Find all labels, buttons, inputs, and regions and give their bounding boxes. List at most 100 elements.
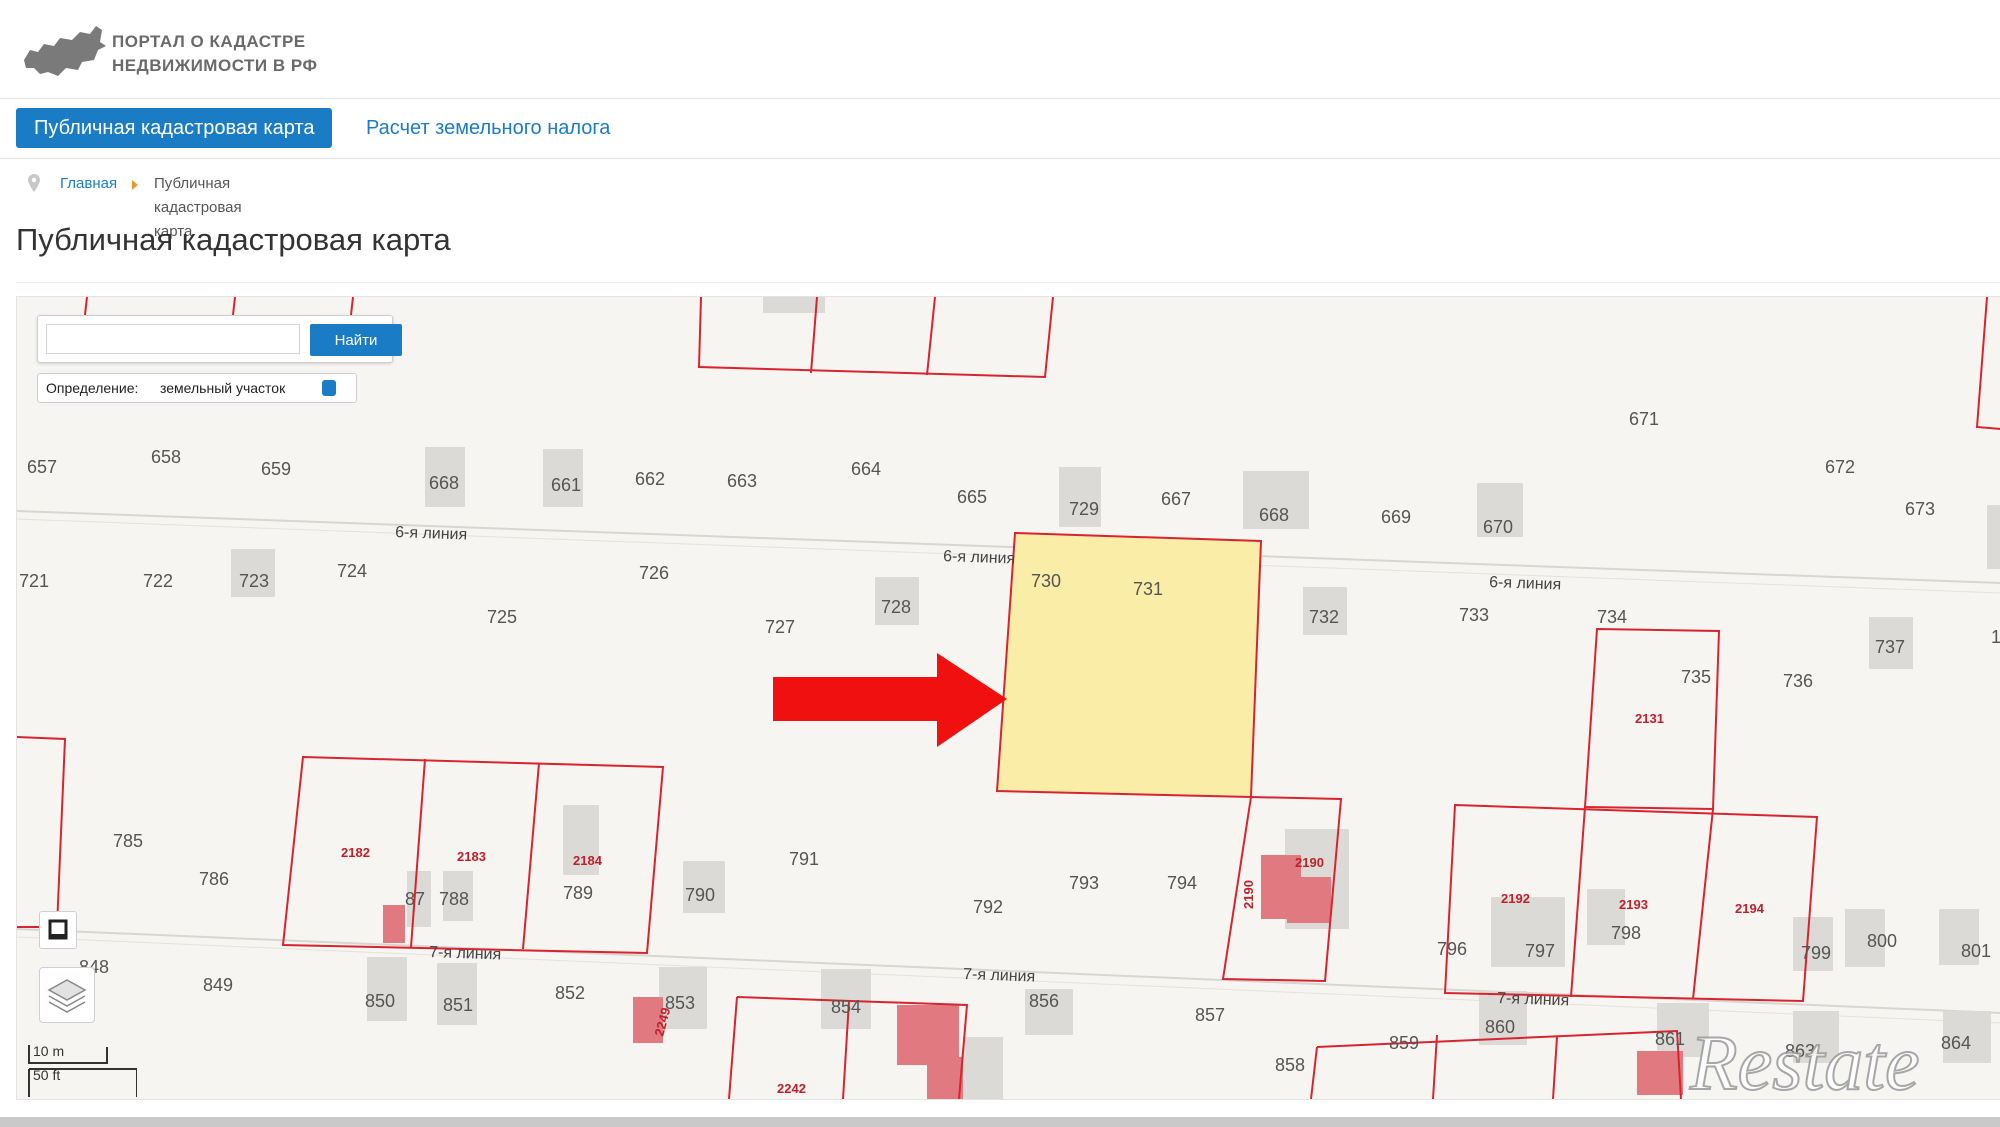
cadastral-label[interactable]: 2194	[1735, 901, 1765, 916]
parcel-label[interactable]: 798	[1611, 923, 1641, 943]
parcel-label[interactable]: 735	[1681, 667, 1711, 687]
parcel-label[interactable]: 861	[1655, 1029, 1685, 1049]
select-arrows-icon	[322, 380, 336, 396]
parcel-label[interactable]: 670	[1483, 517, 1513, 537]
parcel-label[interactable]: 657	[27, 457, 57, 477]
parcel-label[interactable]: 854	[831, 997, 861, 1017]
site-logo-text[interactable]: ПОРТАЛ О КАДАСТРЕ НЕДВИЖИМОСТИ В РФ	[112, 30, 318, 78]
logo-line-1: ПОРТАЛ О КАДАСТРЕ	[112, 32, 306, 51]
parcel-label[interactable]: 849	[203, 975, 233, 995]
parcel-label[interactable]: 792	[973, 897, 1003, 917]
street-label: 7-я линия	[1497, 990, 1570, 1010]
parcel-label[interactable]: 662	[635, 469, 665, 489]
parcel-label[interactable]: 724	[337, 561, 367, 581]
tab-public-cadastral-map[interactable]: Публичная кадастровая карта	[16, 108, 333, 148]
cadastral-label[interactable]: 2184	[573, 853, 603, 868]
parcel-label[interactable]: 799	[1801, 943, 1831, 963]
parcel-label[interactable]: 87	[405, 889, 425, 909]
map-canvas[interactable]: 6-я линия 6-я линия 6-я линия 7-я линия …	[17, 297, 2000, 1099]
parcel-label[interactable]: 726	[639, 563, 669, 583]
parcel-label[interactable]: 801	[1961, 941, 1991, 961]
scale-meters: 10 m	[33, 1043, 65, 1059]
parcel-label[interactable]: 859	[1389, 1033, 1419, 1053]
site-header: ПОРТАЛ О КАДАСТРЕ НЕДВИЖИМОСТИ В РФ	[0, 0, 2000, 99]
cadastral-label[interactable]: 2182	[341, 845, 370, 860]
cadastral-label[interactable]: 2183	[457, 849, 486, 864]
parcel-label[interactable]: 661	[551, 475, 581, 495]
cadastral-label[interactable]: 2190	[1295, 855, 1324, 870]
parcel-label[interactable]: 729	[1069, 499, 1099, 519]
parcel-label[interactable]: 793	[1069, 873, 1099, 893]
parcel-label[interactable]: 722	[143, 571, 173, 591]
main-nav: Публичная кадастровая карта Расчет земел…	[0, 98, 2000, 159]
parcel-label[interactable]: 665	[957, 487, 987, 507]
parcel-label[interactable]: 723	[239, 571, 269, 591]
parcel-label[interactable]: 736	[1783, 671, 1813, 691]
parcel-label[interactable]: 732	[1309, 607, 1339, 627]
parcel-label[interactable]: 667	[1161, 489, 1191, 509]
parcel-label[interactable]: 730	[1031, 571, 1061, 591]
parcel-label[interactable]: 659	[261, 459, 291, 479]
map-search-panel: Найти	[37, 315, 402, 363]
parcel-label[interactable]: 860	[1485, 1017, 1515, 1037]
parcel-label[interactable]: 733	[1459, 605, 1489, 625]
layers-button[interactable]	[39, 967, 95, 1023]
russia-map-icon[interactable]	[20, 20, 110, 80]
parcel-label[interactable]: 734	[1597, 607, 1627, 627]
parcel-label[interactable]: 721	[19, 571, 49, 591]
street-label: 7-я линия	[963, 966, 1036, 986]
cadastral-map[interactable]: 6-я линия 6-я линия 6-я линия 7-я линия …	[16, 296, 2000, 1100]
logo-line-2: НЕДВИЖИМОСТИ В РФ	[112, 56, 318, 75]
parcel-label[interactable]: 737	[1875, 637, 1905, 657]
parcel-label[interactable]: 852	[555, 983, 585, 1003]
parcel-label[interactable]: 727	[765, 617, 795, 637]
parcel-label[interactable]: 725	[487, 607, 517, 627]
parcel-label[interactable]: 794	[1167, 873, 1197, 893]
tab-land-tax-calculation[interactable]: Расчет земельного налога	[366, 108, 610, 148]
map-scale: 10 m 50 ft	[27, 1041, 137, 1097]
cadastral-label[interactable]: 2190	[1241, 880, 1256, 909]
layers-icon	[47, 979, 87, 1013]
parcel-label[interactable]: 785	[113, 831, 143, 851]
parcel-label[interactable]: 791	[789, 849, 819, 869]
parcel-label[interactable]: 669	[1381, 507, 1411, 527]
fullscreen-button[interactable]	[39, 911, 77, 949]
parcel-label[interactable]: 668	[429, 473, 459, 493]
parcel-label[interactable]: 728	[881, 597, 911, 617]
parcel-label[interactable]: 796	[1437, 939, 1467, 959]
cadastral-label[interactable]: 2192	[1501, 891, 1530, 906]
breadcrumb-home-link[interactable]: Главная	[60, 172, 117, 196]
parcel-label[interactable]: 797	[1525, 941, 1555, 961]
definition-selected-value: земельный участок	[160, 380, 286, 396]
parcel-label[interactable]: 1	[1991, 627, 2000, 647]
parcel-label[interactable]: 786	[199, 869, 229, 889]
parcel-label[interactable]: 668	[1259, 505, 1289, 525]
parcel-label[interactable]: 800	[1867, 931, 1897, 951]
parcel-label[interactable]: 664	[851, 459, 881, 479]
parcel-label[interactable]: 850	[365, 991, 395, 1011]
map-search-input[interactable]	[46, 324, 300, 354]
parcel-label[interactable]: 788	[439, 889, 469, 909]
cadastral-label[interactable]: 2193	[1619, 897, 1648, 912]
parcel-label[interactable]: 858	[1275, 1055, 1305, 1075]
cadastral-label[interactable]: 2242	[777, 1081, 806, 1096]
parcel-label[interactable]: 864	[1941, 1033, 1971, 1053]
parcel-label[interactable]: 857	[1195, 1005, 1225, 1025]
parcel-label[interactable]: 672	[1825, 457, 1855, 477]
parcel-label[interactable]: 851	[443, 995, 473, 1015]
cadastral-label[interactable]: 2131	[1635, 711, 1664, 726]
page-title: Публичная кадастровая карта	[16, 222, 451, 257]
find-button[interactable]: Найти	[310, 324, 402, 356]
parcel-label[interactable]: 673	[1905, 499, 1935, 519]
parcel-label[interactable]: 856	[1029, 991, 1059, 1011]
definition-select[interactable]: земельный участок	[160, 374, 340, 400]
parcel-label[interactable]: 731	[1133, 579, 1163, 599]
parcel-label[interactable]: 789	[563, 883, 593, 903]
breadcrumb-separator-icon	[132, 180, 138, 190]
parcel-label[interactable]: 663	[727, 471, 757, 491]
street-label: 6-я линия	[943, 548, 1016, 568]
parcel-label[interactable]: 658	[151, 447, 181, 467]
parcel-label[interactable]: 671	[1629, 409, 1659, 429]
parcel-label[interactable]: 790	[685, 885, 715, 905]
fullscreen-icon	[48, 919, 68, 940]
